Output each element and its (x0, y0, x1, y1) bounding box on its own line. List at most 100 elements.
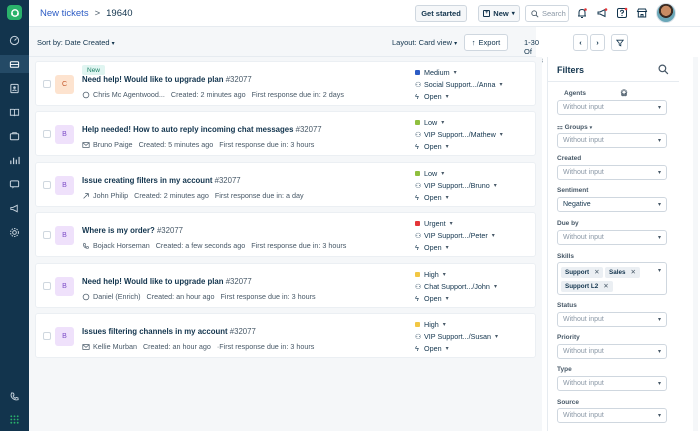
apps-grid-icon[interactable] (0, 410, 29, 428)
skill-tag-support[interactable]: Support ✕ (561, 267, 604, 278)
app-logo-icon[interactable] (7, 5, 22, 20)
due-by-select[interactable]: Without input ▾ (557, 230, 667, 245)
ticket-checkbox[interactable] (43, 231, 51, 239)
requester-name[interactable]: Chris Mc Agentwood... (93, 90, 165, 99)
status-dropdown[interactable]: ϟ Open ▾ (415, 241, 533, 253)
phone-icon[interactable] (0, 387, 29, 405)
analytics-icon[interactable] (0, 151, 29, 169)
prev-page-button[interactable]: ‹ (573, 34, 588, 51)
settings-icon[interactable] (0, 223, 29, 241)
status-dropdown[interactable]: ϟ Open ▾ (415, 140, 533, 152)
chevron-down-icon: ▾ (499, 131, 503, 138)
user-avatar[interactable] (656, 3, 676, 23)
breadcrumb-new-tickets[interactable]: New tickets (40, 8, 89, 19)
dashboard-icon[interactable] (0, 31, 29, 49)
search-input[interactable]: Search (525, 5, 569, 22)
group-agent-dropdown[interactable]: ⚇ VIP Support.../Susan ▾ (415, 330, 533, 342)
ticket-subject[interactable]: Help needed! How to auto reply incoming … (82, 125, 293, 134)
ticket-checkbox[interactable] (43, 282, 51, 290)
ticket-subject[interactable]: Issues filtering channels in my account (82, 327, 228, 336)
knowledge-base-icon[interactable] (0, 103, 29, 121)
group-agent-dropdown[interactable]: ⚇ Social Support.../Anna ▾ (415, 78, 533, 90)
priority-dropdown[interactable]: High ▾ (415, 318, 533, 330)
ticket-card[interactable]: B Where is my order? #32077 Bojack Horsema… (35, 212, 536, 257)
requester-name[interactable]: Kellie Murban (93, 342, 137, 351)
ticket-checkbox[interactable] (43, 80, 51, 88)
announcements-icon[interactable] (594, 5, 610, 21)
priority-dropdown[interactable]: Low ▾ (415, 116, 533, 128)
priority-dropdown[interactable]: Low ▾ (415, 167, 533, 179)
groups-icon[interactable] (0, 127, 29, 145)
ticket-title[interactable]: Need help! Would like to upgrade plan #3… (82, 75, 252, 84)
created-select[interactable]: Without input ▾ (557, 165, 667, 180)
priority-dropdown[interactable]: Medium ▾ (415, 66, 533, 78)
source-select[interactable]: Without input ▾ (557, 408, 667, 423)
group-agent-dropdown[interactable]: ⚇ VIP Support.../Peter ▾ (415, 229, 533, 241)
requester-name[interactable]: Daniel (Enrich) (93, 292, 141, 301)
close-icon[interactable]: ✕ (630, 269, 635, 276)
layout-dropdown[interactable]: Layout: Card view ▾ (392, 38, 457, 47)
group-agent-dropdown[interactable]: ⚇ VIP Support.../Bruno ▾ (415, 179, 533, 191)
ticket-title[interactable]: Help needed! How to auto reply incoming … (82, 125, 322, 134)
type-select[interactable]: Without input ▾ (557, 376, 667, 391)
status-dropdown[interactable]: ϟ Open ▾ (415, 90, 533, 102)
get-started-button[interactable]: Get started (415, 5, 467, 22)
ticket-title[interactable]: Issues filtering channels in my account … (82, 327, 256, 336)
sort-dropdown[interactable]: Sort by: Date Created ▾ (37, 38, 115, 47)
new-button[interactable]: + New ▾ (478, 5, 520, 22)
requester-name[interactable]: Bruno Paige (93, 140, 133, 149)
sort-label: Sort by: Date Created (37, 38, 110, 47)
chevron-down-icon: ▾ (445, 93, 449, 100)
contacts-icon[interactable] (0, 79, 29, 97)
ticket-title[interactable]: Need help! Would like to upgrade plan #3… (82, 277, 252, 286)
export-button[interactable]: ↑ Export (464, 34, 508, 51)
group-agent-icon: ⚇ (415, 281, 422, 291)
status-dropdown[interactable]: ϟ Open ▾ (415, 342, 533, 354)
ticket-card[interactable]: C New Need help! Would like to upgrade pla… (35, 61, 536, 106)
skills-multiselect[interactable]: Support ✕ Sales ✕ Support L2 ✕ ▾ (557, 262, 667, 295)
ticket-subject[interactable]: Where is my order? (82, 226, 155, 235)
filters-scrollbar[interactable] (693, 57, 698, 431)
requester-name[interactable]: John Philip (93, 191, 128, 200)
requester-name[interactable]: Bojack Horseman (93, 241, 150, 250)
filter-toggle-button[interactable] (611, 34, 628, 51)
ticket-title[interactable]: Where is my order? #32077 (82, 226, 183, 235)
close-icon[interactable]: ✕ (603, 283, 608, 290)
ticket-checkbox[interactable] (43, 130, 51, 138)
marketplace-store-icon[interactable] (634, 5, 650, 21)
status-dropdown[interactable]: ϟ Open ▾ (415, 191, 533, 203)
sentiment-select[interactable]: Negative ▾ (557, 197, 667, 212)
status-dropdown[interactable]: ϟ Open ▾ (415, 292, 533, 304)
next-page-button[interactable]: › (590, 34, 605, 51)
first-response-due: First response due in: 3 hours (219, 140, 315, 149)
ticket-title[interactable]: Issue creating filters in my account #32… (82, 176, 241, 185)
chat-icon[interactable] (0, 175, 29, 193)
ticket-card[interactable]: B Issues filtering channels in my account… (35, 313, 536, 358)
status-select[interactable]: Without input ▾ (557, 312, 667, 327)
ticket-card[interactable]: B Need help! Would like to upgrade plan #… (35, 263, 536, 308)
ticket-card[interactable]: B Help needed! How to auto reply incoming… (35, 111, 536, 156)
ticket-subject[interactable]: Need help! Would like to upgrade plan (82, 277, 224, 286)
ticket-subject[interactable]: Need help! Would like to upgrade plan (82, 75, 224, 84)
chevron-down-icon: ▾ (657, 202, 661, 208)
groups-select[interactable]: Without input ▾ (557, 133, 667, 148)
ticket-checkbox[interactable] (43, 332, 51, 340)
help-icon[interactable] (614, 5, 630, 21)
ticket-subject[interactable]: Issue creating filters in my account (82, 176, 212, 185)
ticket-card[interactable]: B Issue creating filters in my account #3… (35, 162, 536, 207)
skill-tag-support-l2[interactable]: Support L2 ✕ (561, 281, 613, 292)
agents-select[interactable]: Without input ▾ (557, 100, 667, 115)
ticket-checkbox[interactable] (43, 181, 51, 189)
priority-dropdown[interactable]: Urgent ▾ (415, 217, 533, 229)
priority-select[interactable]: Without input ▾ (557, 344, 667, 359)
priority-dropdown[interactable]: High ▾ (415, 268, 533, 280)
group-agent-dropdown[interactable]: ⚇ Chat Support.../John ▾ (415, 280, 533, 292)
close-icon[interactable]: ✕ (594, 269, 599, 276)
tickets-icon[interactable] (0, 55, 29, 73)
search-icon[interactable] (658, 64, 669, 75)
campaigns-icon[interactable] (0, 199, 29, 217)
group-agent-dropdown[interactable]: ⚇ VIP Support.../Mathew ▾ (415, 128, 533, 140)
notifications-bell-icon[interactable] (574, 5, 590, 21)
skill-tag-sales[interactable]: Sales ✕ (605, 267, 640, 278)
first-response-due: ·First response due in: 3 hours (216, 342, 315, 351)
